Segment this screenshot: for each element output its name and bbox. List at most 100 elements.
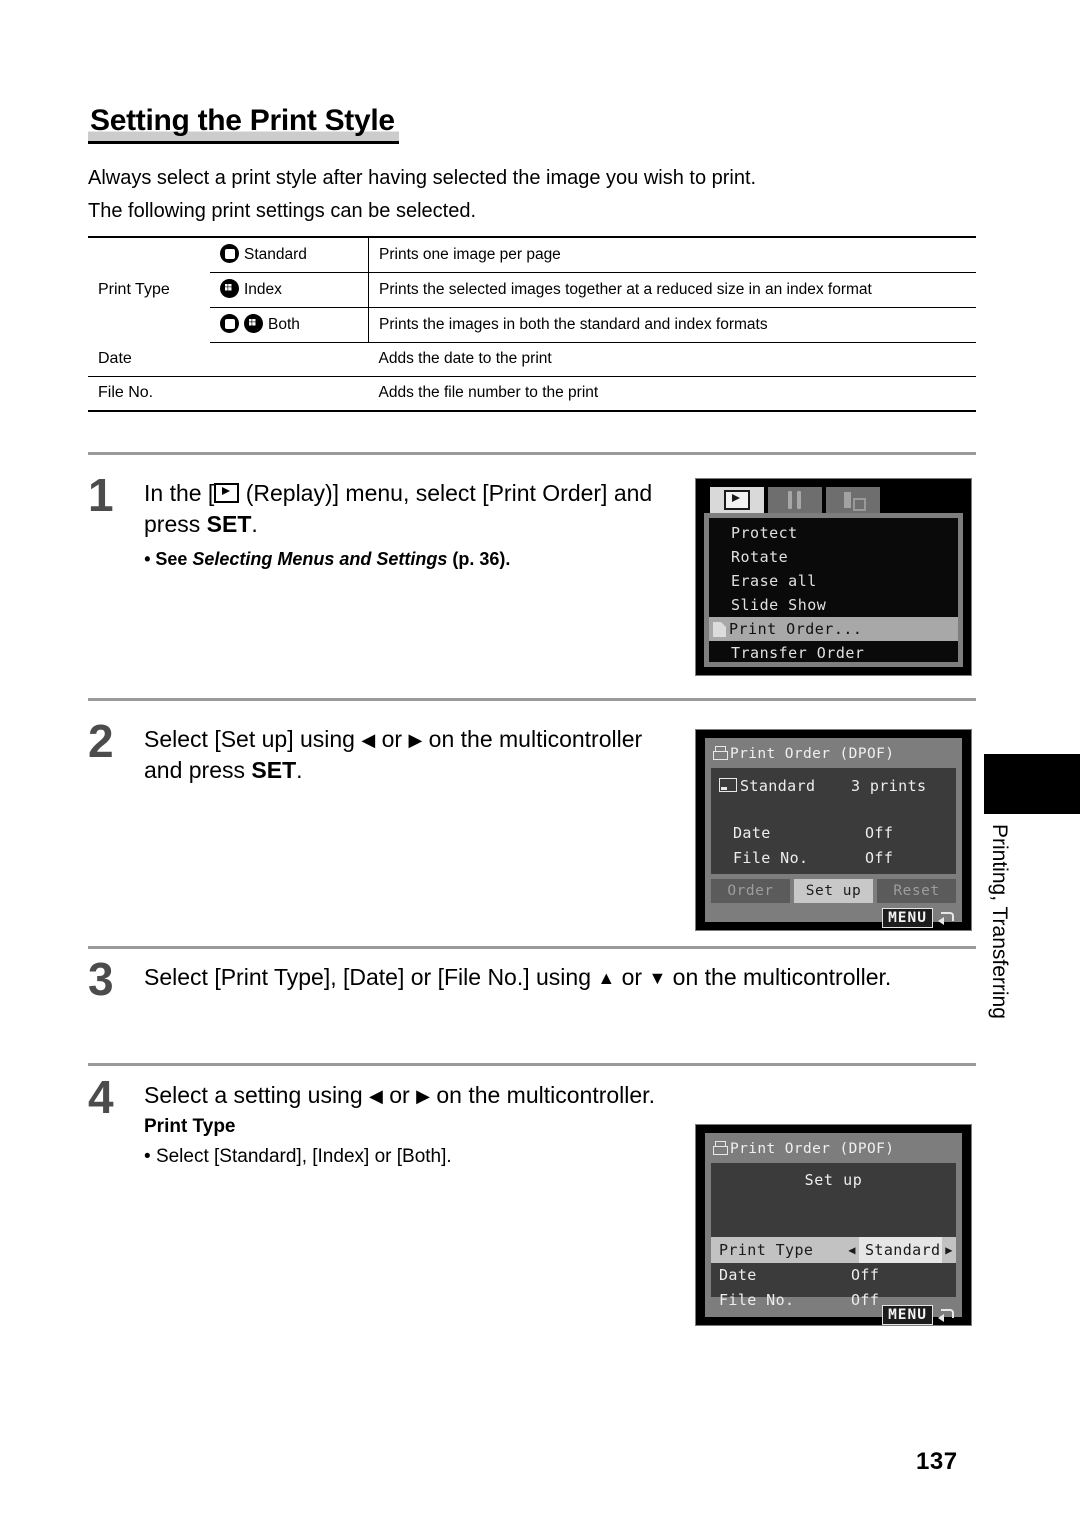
menu-item-print-order[interactable]: Print Order... xyxy=(709,617,958,641)
my-camera-tab[interactable] xyxy=(826,487,880,513)
order-button[interactable]: Order xyxy=(711,879,790,903)
step-number: 3 xyxy=(88,953,114,1005)
replay-icon xyxy=(214,483,240,503)
setup-tab[interactable] xyxy=(768,487,822,513)
table-row: Index Prints the selected images togethe… xyxy=(88,272,976,308)
step-text-part: or xyxy=(615,964,649,990)
dpof-row-label: File No. xyxy=(733,849,809,867)
setup-row-date[interactable]: Date Off xyxy=(711,1263,956,1288)
option-description: Prints one image per page xyxy=(368,236,976,273)
set-button-label: SET xyxy=(251,757,297,783)
print-type-subheading: Print Type xyxy=(144,1116,236,1137)
playback-icon xyxy=(724,490,750,510)
document-icon xyxy=(713,622,726,637)
page-number: 137 xyxy=(916,1448,958,1475)
left-arrow-icon: ◀ xyxy=(369,1086,383,1106)
set-button-label: SET xyxy=(206,511,252,537)
file-no-description: Adds the file number to the print xyxy=(368,376,976,412)
step-text-part: Select [Set up] using xyxy=(144,726,362,752)
my-camera-icon xyxy=(842,491,866,511)
step-text-part: Select a setting using xyxy=(144,1082,370,1108)
step-text-part: on the multicontroller. xyxy=(666,964,892,990)
step-text-part: or xyxy=(382,1082,417,1108)
option-cell-index: Index xyxy=(210,272,369,308)
printer-icon xyxy=(713,746,728,760)
note-italic: Selecting Menus and Settings xyxy=(192,549,448,569)
step-instruction: In the [ (Replay)] menu, select [Print O… xyxy=(144,478,668,540)
setup-row-value: Standard xyxy=(859,1237,942,1263)
setup-heading: Set up xyxy=(804,1171,863,1189)
page-title-wrap: Setting the Print Style xyxy=(88,104,399,144)
dpof-row-file-no: File No. Off xyxy=(711,846,956,871)
menu-item-rotate[interactable]: Rotate xyxy=(709,545,958,569)
reset-button[interactable]: Reset xyxy=(877,879,956,903)
lcd-print-order: Print Order (DPOF) Standard 3 prints Dat… xyxy=(695,729,972,931)
step-note: • Select [Standard], [Index] or [Both]. xyxy=(144,1146,452,1167)
playback-tab[interactable] xyxy=(710,487,764,513)
dpof-frame: Print Order (DPOF) Standard 3 prints Dat… xyxy=(705,738,962,928)
dpof-title: Print Order (DPOF) xyxy=(711,1139,956,1159)
menu-item-protect[interactable]: Protect xyxy=(709,521,958,545)
menu-item-transfer-order[interactable]: Transfer Order xyxy=(709,641,958,665)
step-1: 1 In the [ (Replay)] menu, select [Print… xyxy=(88,472,668,573)
setup-row-file-no[interactable]: File No. Off xyxy=(711,1288,956,1313)
table-row: Print Type Standard Prints one image per… xyxy=(88,236,976,343)
standard-icon xyxy=(220,244,239,263)
table-row: Date Adds the date to the print xyxy=(88,342,976,377)
index-icon xyxy=(244,314,263,333)
left-arrow-icon: ◀ xyxy=(361,730,376,750)
step-number: 1 xyxy=(88,469,114,521)
note-prefix: See xyxy=(155,549,193,569)
right-arrow-icon[interactable]: ▶ xyxy=(942,1237,956,1263)
step-text-part: on the multicontroller. xyxy=(429,1082,655,1108)
option-description: Prints the selected images together at a… xyxy=(368,272,976,308)
step-instruction: Select a setting using ◀ or ▶ on the mul… xyxy=(144,1080,688,1111)
tools-icon xyxy=(783,491,807,509)
setup-row-value: Off xyxy=(851,1291,880,1309)
separator-4 xyxy=(88,1063,976,1066)
step-number: 2 xyxy=(88,715,114,767)
dpof-row-label: Date xyxy=(733,824,771,842)
setup-row-label: Date xyxy=(719,1266,757,1284)
step-3: 3 Select [Print Type], [Date] or [File N… xyxy=(88,956,968,1002)
set-up-button[interactable]: Set up xyxy=(794,879,873,903)
step-2: 2 Select [Set up] using ◀ or ▶ on the mu… xyxy=(88,718,668,786)
dpof-title-text: Print Order (DPOF) xyxy=(730,746,895,762)
return-icon xyxy=(938,911,954,925)
left-arrow-icon[interactable]: ◀ xyxy=(845,1237,859,1263)
step-note: • See Selecting Menus and Settings (p. 3… xyxy=(144,549,511,569)
lcd-print-order-setup: Print Order (DPOF) Set up Print Type ◀ S… xyxy=(695,1124,972,1326)
return-icon xyxy=(938,1308,954,1322)
intro-paragraphs: Always select a print style after having… xyxy=(88,162,968,228)
up-arrow-icon: ▲ xyxy=(597,968,616,988)
note-suffix: (p. 36). xyxy=(447,549,511,569)
print-type-label: Print Type xyxy=(88,236,210,343)
index-icon xyxy=(220,279,239,298)
note-text: Select [Standard], [Index] or [Both]. xyxy=(155,1146,452,1167)
separator-2 xyxy=(88,698,976,701)
step-body: In the [ (Replay)] menu, select [Print O… xyxy=(144,478,668,573)
step-text-part: or xyxy=(375,726,409,752)
down-arrow-icon: ▼ xyxy=(648,968,667,988)
dpof-row-label: Standard xyxy=(711,774,851,799)
menu-item-slide-show[interactable]: Slide Show xyxy=(709,593,958,617)
option-cell-both: Both xyxy=(210,307,369,343)
side-tab-marker xyxy=(984,754,1080,814)
step-text-part: . xyxy=(296,757,303,783)
setup-row-label: File No. xyxy=(719,1291,795,1309)
step-body: Select [Set up] using ◀ or ▶ on the mult… xyxy=(144,724,668,786)
menu-tab-bar xyxy=(710,487,880,513)
right-arrow-icon: ▶ xyxy=(416,1086,430,1106)
intro-line-2: The following print settings can be sele… xyxy=(88,200,476,222)
step-4: 4 Select a setting using ◀ or ▶ on the m… xyxy=(88,1074,688,1171)
menu-list: Protect Rotate Erase all Slide Show Prin… xyxy=(709,518,958,662)
step-text-part: Select [Print Type], [Date] or [File No.… xyxy=(144,964,598,990)
menu-button[interactable]: MENU xyxy=(882,908,933,928)
step-body: Select a setting using ◀ or ▶ on the mul… xyxy=(144,1080,688,1171)
menu-item-erase-all[interactable]: Erase all xyxy=(709,569,958,593)
table-row: File No. Adds the file number to the pri… xyxy=(88,376,976,412)
right-arrow-icon: ▶ xyxy=(408,730,423,750)
menu-panel: Protect Rotate Erase all Slide Show Prin… xyxy=(704,513,963,667)
page-title: Setting the Print Style xyxy=(88,104,399,144)
setup-row-print-type[interactable]: Print Type ◀ Standard ▶ xyxy=(711,1237,956,1263)
